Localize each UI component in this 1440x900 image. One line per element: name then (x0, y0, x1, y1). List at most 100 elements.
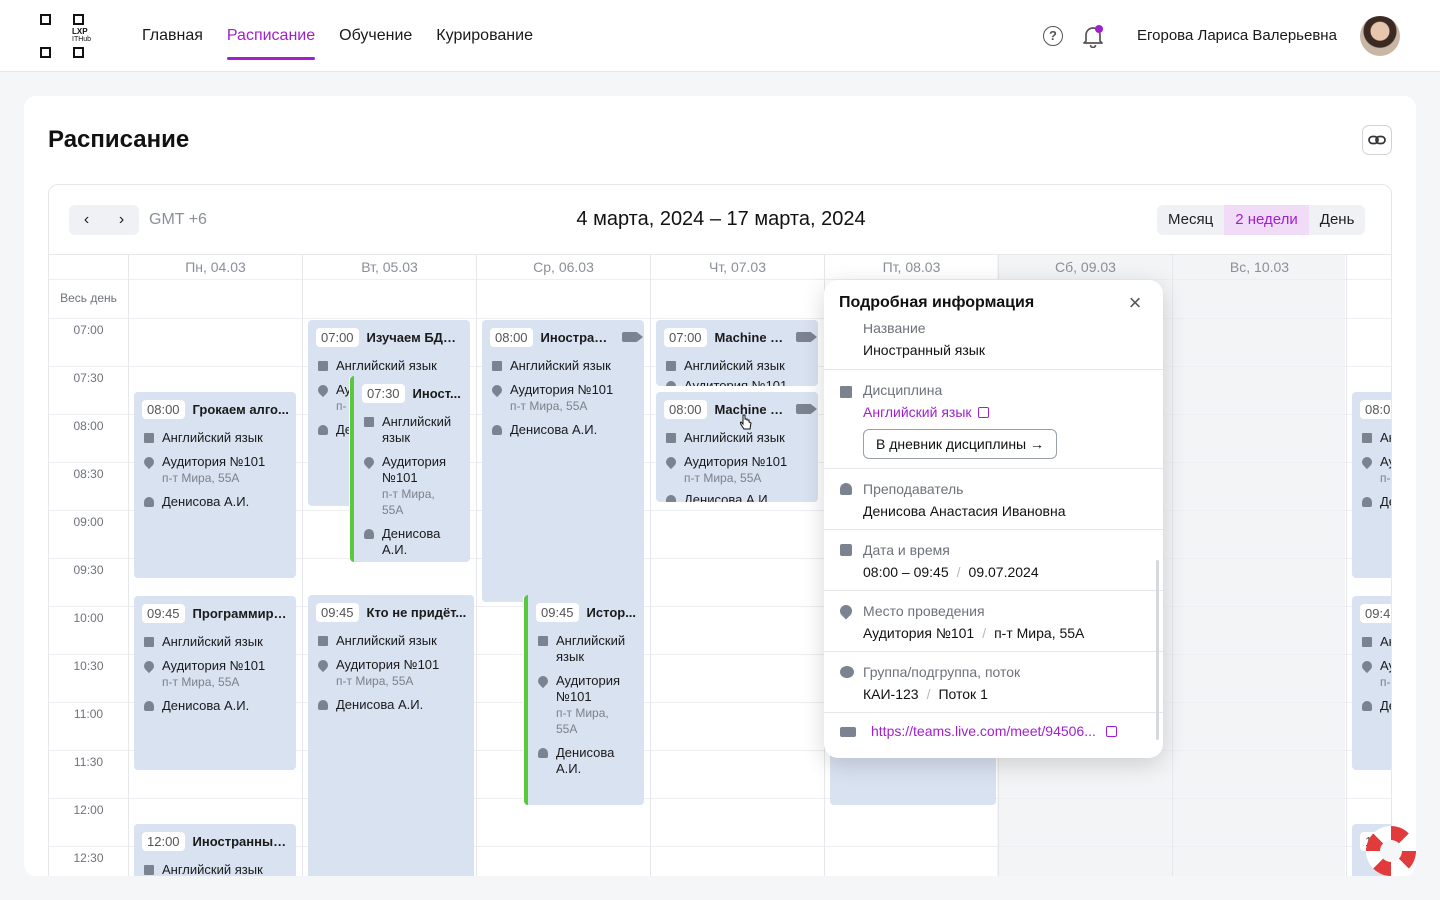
event-address: п-т Мира, 55А (162, 471, 240, 485)
logo[interactable]: LXP ITHub (38, 14, 91, 60)
separator: / (926, 686, 931, 702)
calendar-toolbar: ‹ › GMT +6 4 марта, 2024 – 17 марта, 202… (49, 185, 1391, 255)
location-icon (535, 673, 551, 689)
teacher-icon (840, 483, 852, 495)
date-value: 09.07.2024 (968, 564, 1039, 580)
grid-line (1346, 255, 1347, 876)
view-month[interactable]: Месяц (1157, 205, 1224, 235)
location-icon (489, 382, 505, 398)
discipline-icon (318, 361, 328, 371)
event-address: п- (1380, 471, 1391, 485)
time-label: 11:30 (73, 755, 104, 769)
nav-home[interactable]: Главная (142, 0, 203, 72)
popup-scrollbar[interactable] (1156, 560, 1159, 740)
discipline-icon (144, 433, 154, 443)
meeting-link[interactable]: https://teams.live.com/meet/94506... (871, 723, 1117, 739)
top-bar: LXP ITHub Главная Расписание Обучение Ку… (0, 0, 1440, 72)
group-icon (840, 666, 854, 678)
copy-link-button[interactable] (1362, 125, 1392, 155)
event-card[interactable]: 09:4 Ан Ау п- Де (1352, 596, 1391, 770)
day-header: Ср, 06.03 (476, 255, 650, 279)
meeting-url: https://teams.live.com/meet/94506... (871, 723, 1096, 739)
event-address: п-т Мира, 55А (684, 471, 762, 485)
event-card[interactable]: 07:30 Иност... Английский язык Аудитория №1… (350, 376, 470, 562)
day-header: Пн, 04.03 (128, 255, 302, 279)
event-room: №101 (556, 689, 592, 704)
view-two-weeks[interactable]: 2 недели (1224, 205, 1309, 235)
place-value: Аудитория №101 / п-т Мира, 55А (863, 625, 1084, 641)
teacher-icon (538, 748, 548, 758)
event-card[interactable]: 08:00 Иностранн... Английский язык Аудито… (482, 320, 644, 602)
event-card[interactable]: 08:00 Грокаем алго... Английский язык Ауд… (134, 392, 296, 578)
group-section: Группа/подгруппа, поток КАИ-123 / Поток 1 (824, 652, 1163, 713)
event-card[interactable]: 09:45 Кто не придёт... Английский язык Ау… (308, 595, 474, 876)
event-discipline: Ан (1380, 430, 1391, 445)
avatar[interactable] (1360, 16, 1400, 56)
discipline-icon (1362, 637, 1372, 647)
nav-curation[interactable]: Курирование (436, 0, 533, 72)
time-value: 08:00 – 09:45 (863, 564, 949, 580)
time-label: 12:00 (73, 803, 104, 817)
event-title: Грокаем алго... (192, 401, 289, 417)
event-time: 08:00 (142, 399, 185, 419)
video-icon (622, 332, 643, 342)
event-card[interactable]: 12:00 Иностранный... Английский язык (134, 824, 296, 876)
view-day[interactable]: День (1309, 205, 1366, 235)
time-label: 10:00 (73, 611, 104, 625)
event-teacher: Денисова А.И. (162, 698, 250, 713)
event-discipline: Английский язык (336, 633, 437, 648)
location-icon (315, 382, 331, 398)
location-icon (1359, 658, 1375, 674)
event-room: №101 (382, 470, 418, 485)
discipline-label: Дисциплина (863, 382, 943, 398)
event-discipline: Английский язык (162, 430, 263, 445)
name-value: Иностранный язык (863, 342, 985, 358)
stream-value: Поток 1 (938, 686, 988, 702)
event-card[interactable]: 08:00 Machine L... Английский язык Аудито… (656, 392, 818, 502)
discipline-diary-button[interactable]: В дневник дисциплины → (863, 429, 1057, 459)
logo-square (73, 14, 84, 25)
event-title: Иностранный... (192, 833, 290, 849)
time-label: 07:00 (73, 323, 104, 337)
calendar: ‹ › GMT +6 4 марта, 2024 – 17 марта, 202… (48, 184, 1392, 876)
close-icon[interactable]: × (1124, 292, 1146, 314)
event-room: Аудитория №101 (510, 382, 614, 397)
discipline-link[interactable]: Английский язык (863, 404, 989, 420)
user-name[interactable]: Егорова Лариса Валерьевна (1137, 27, 1337, 44)
time-label: 08:30 (73, 467, 104, 481)
event-room: Ау (336, 382, 352, 397)
grid-line (128, 255, 129, 876)
event-card[interactable]: 09:45 Программиро... Английский язык Ауди… (134, 596, 296, 770)
event-teacher: Де (1380, 698, 1391, 713)
bell-icon[interactable] (1082, 24, 1104, 49)
time-label: 07:30 (73, 371, 104, 385)
event-room: Ау (1380, 658, 1391, 673)
time-label: 09:30 (73, 563, 104, 577)
event-card[interactable]: 09:45 Истор... Английский язык Аудитория №1… (524, 595, 644, 805)
nav-schedule[interactable]: Расписание (226, 0, 316, 72)
discipline-icon (492, 361, 502, 371)
event-teacher: Денисова А.И. (684, 492, 772, 502)
logo-square (40, 47, 51, 58)
support-lifebuoy-icon[interactable] (1366, 826, 1416, 876)
event-room: Аудитория №101 (162, 658, 266, 673)
time-label: 11:00 (73, 707, 104, 721)
video-icon (796, 332, 817, 342)
grid-line (302, 255, 303, 876)
mouse-cursor-icon (739, 414, 752, 430)
grid-line (1172, 255, 1173, 876)
event-time: 09:45 (142, 603, 185, 623)
logo-square (40, 14, 51, 25)
event-discipline: Английский (556, 633, 626, 648)
help-icon[interactable]: ? (1043, 26, 1063, 46)
event-time: 07:00 (664, 327, 707, 347)
event-discipline: Ан (1380, 634, 1391, 649)
calendar-icon (840, 544, 852, 556)
event-card[interactable]: 08:0 Ан Ау п- Де (1352, 392, 1391, 578)
nav-learning[interactable]: Обучение (339, 0, 412, 72)
day-header: Сб, 09.03 (998, 255, 1172, 279)
event-card[interactable]: 07:00 Machine L... Английский язык Аудито… (656, 320, 818, 386)
event-time: 09:4 (1360, 603, 1391, 623)
teacher-section: Преподаватель Денисова Анастасия Ивановн… (824, 469, 1163, 530)
event-teacher: Денисова (556, 745, 615, 760)
